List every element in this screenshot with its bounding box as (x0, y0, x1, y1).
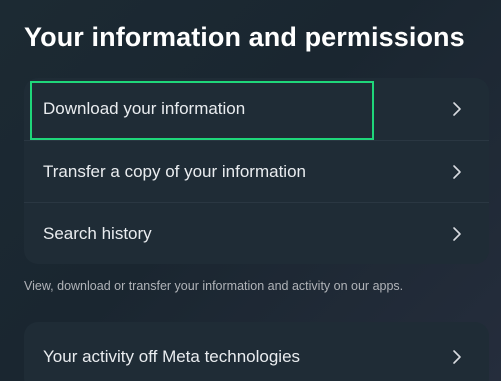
download-your-information-label: Download your information (43, 99, 246, 118)
helper-text: View, download or transfer your informat… (24, 279, 404, 293)
information-options-card: Download your information Transfer a cop… (24, 78, 489, 264)
page-title: Your information and permissions (24, 22, 465, 52)
transfer-copy-label: Transfer a copy of your information (43, 161, 306, 181)
off-meta-activity-card: Your activity off Meta technologies (24, 322, 489, 381)
chevron-right-icon (451, 164, 463, 180)
chevron-right-icon (451, 101, 463, 117)
chevron-right-icon (451, 349, 463, 365)
download-your-information-item[interactable]: Download your information (24, 78, 489, 140)
activity-off-meta-label: Your activity off Meta technologies (43, 347, 301, 366)
transfer-copy-item[interactable]: Transfer a copy of your information (24, 140, 489, 202)
search-history-label: Search history (43, 223, 152, 243)
search-history-item[interactable]: Search history (24, 202, 489, 264)
activity-off-meta-item[interactable]: Your activity off Meta technologies (24, 322, 489, 381)
chevron-right-icon (451, 226, 463, 242)
